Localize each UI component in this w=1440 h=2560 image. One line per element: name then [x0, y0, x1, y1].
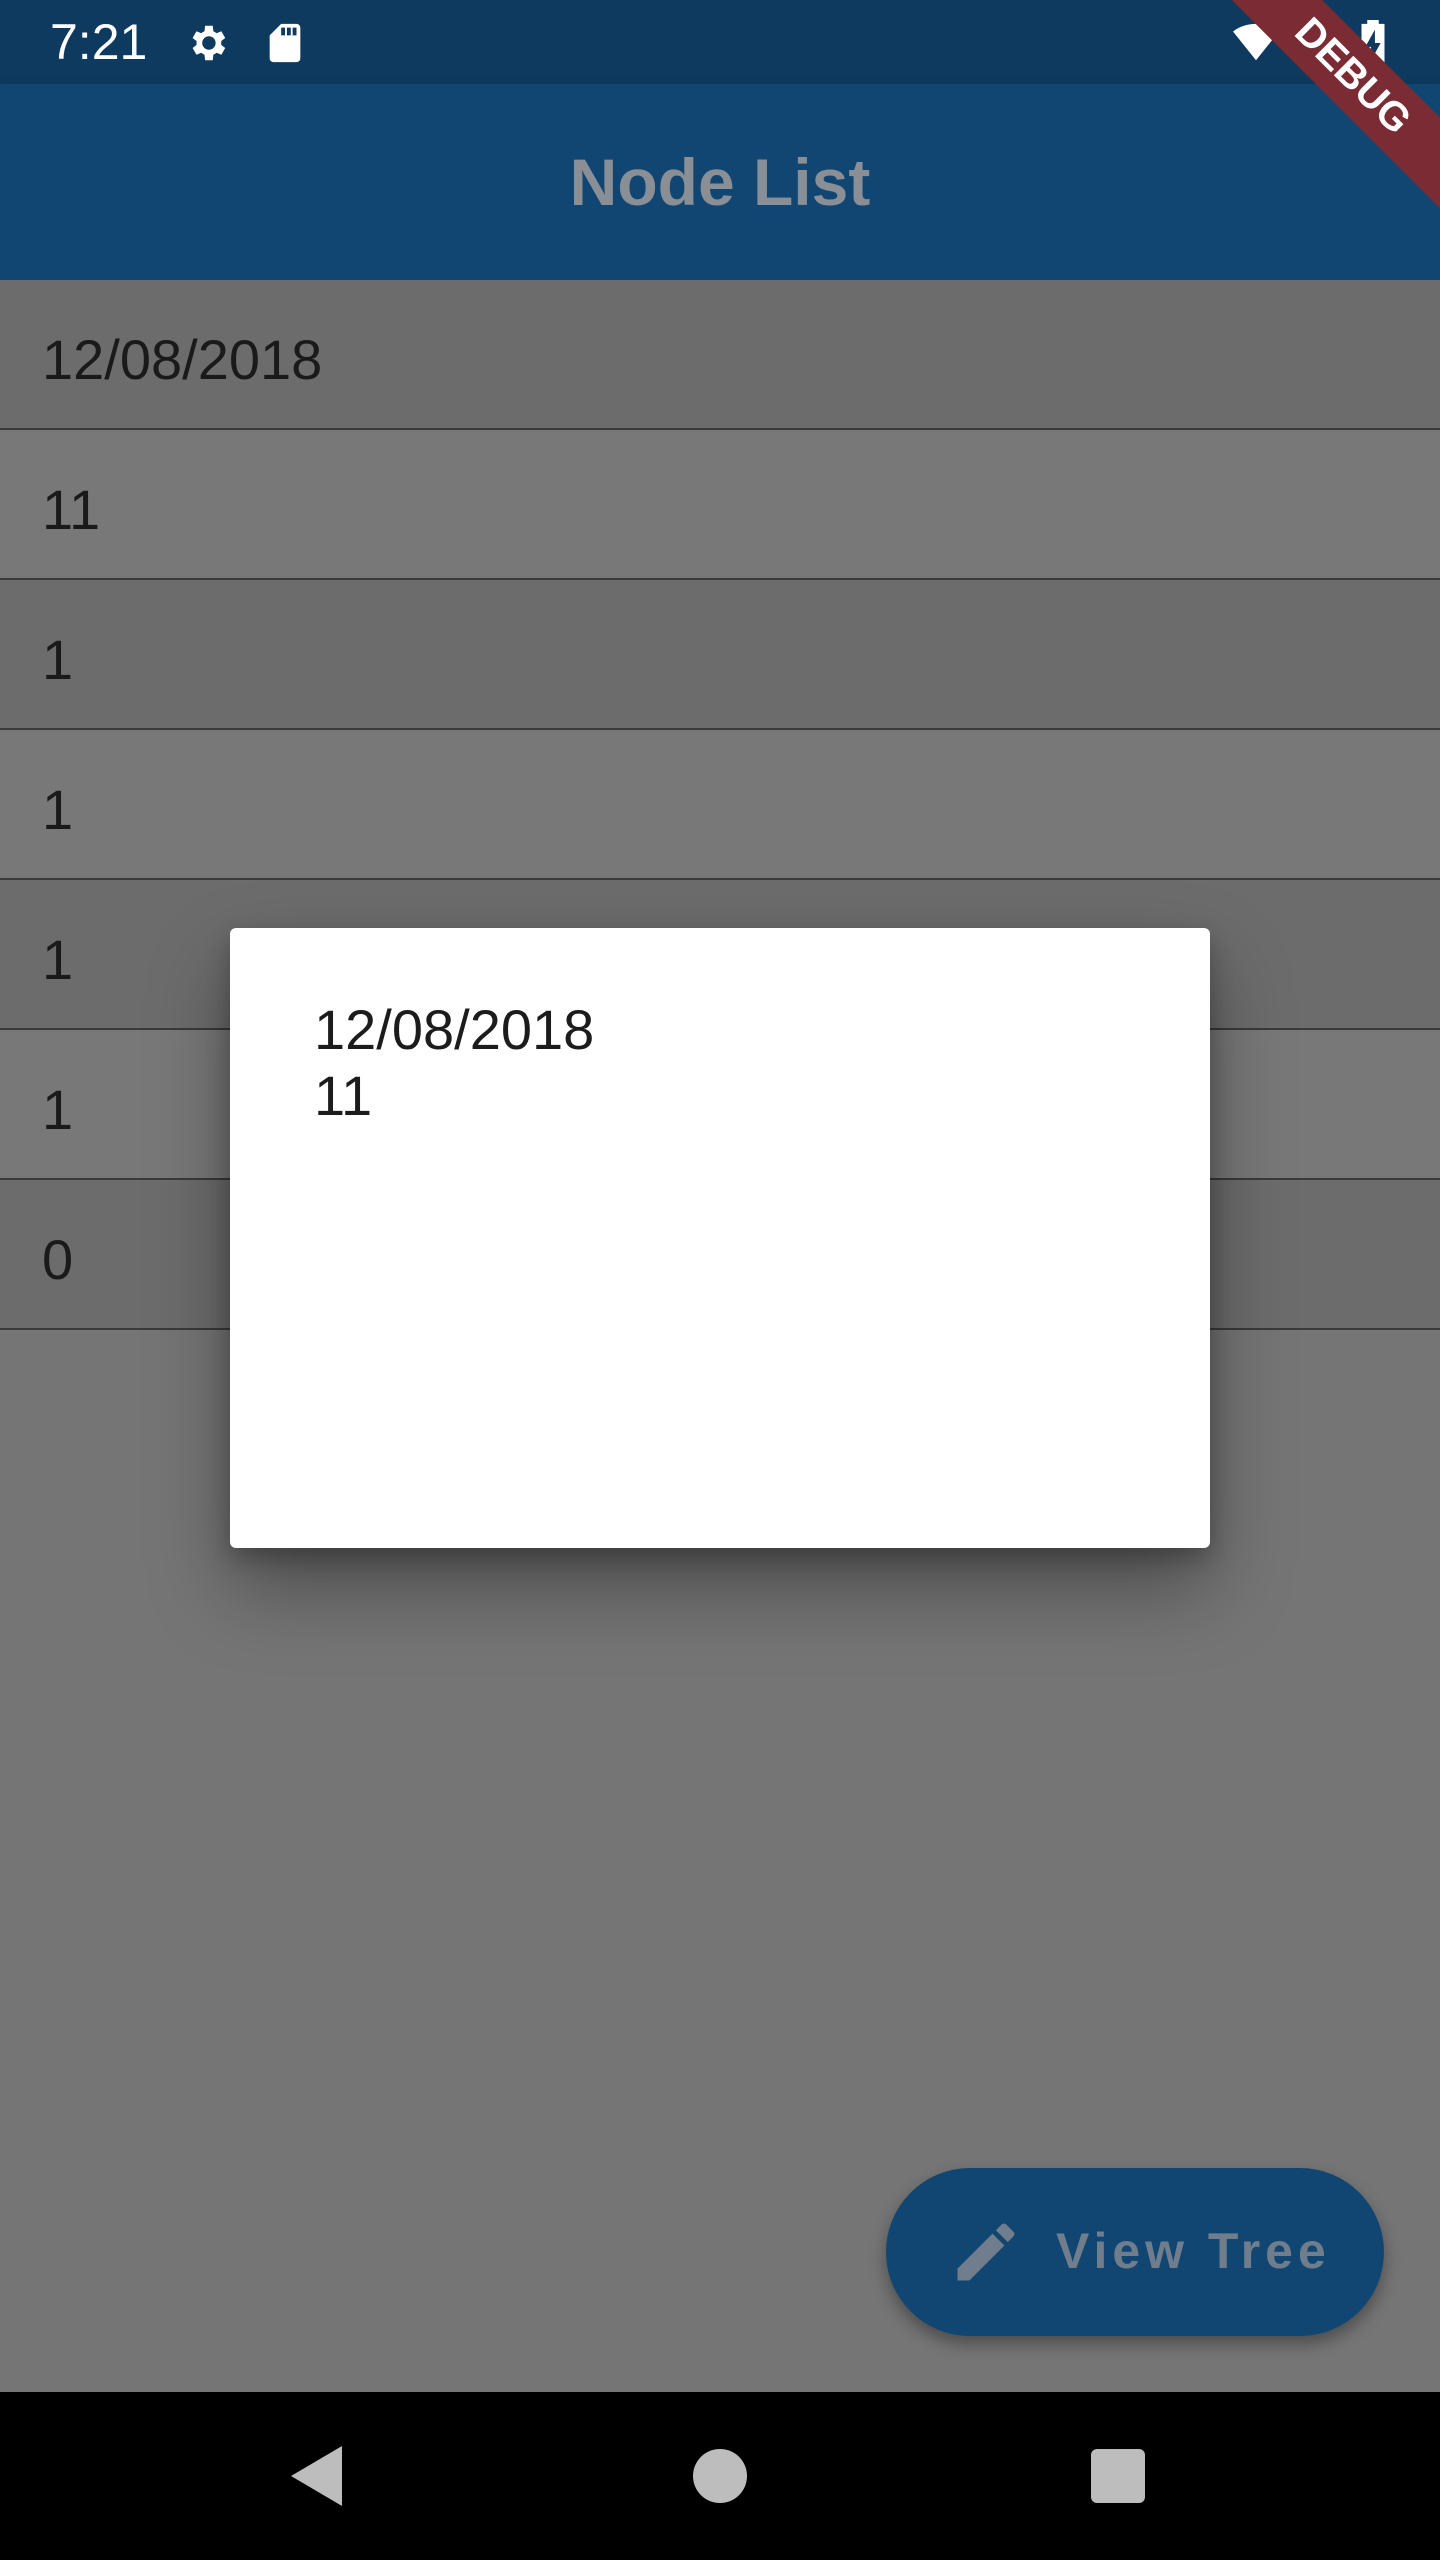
- list-item-label: 1: [42, 628, 74, 691]
- home-icon[interactable]: [684, 2440, 756, 2512]
- list-item-label: 0: [42, 1228, 74, 1291]
- page-title: Node List: [569, 145, 871, 219]
- list-item[interactable]: 1: [0, 730, 1440, 880]
- back-icon[interactable]: [282, 2440, 354, 2512]
- dialog-value: 11: [314, 1064, 373, 1127]
- view-tree-button[interactable]: View Tree: [886, 2168, 1384, 2336]
- list-item-label: 1: [42, 1078, 74, 1141]
- view-tree-label: View Tree: [1056, 2223, 1331, 2279]
- list-item-label: 1: [42, 928, 74, 991]
- battery-charging-icon: [1361, 20, 1385, 66]
- gear-icon: [192, 25, 226, 61]
- cell-signal-icon: [1295, 23, 1335, 63]
- status-bar: 7:21: [0, 0, 1440, 84]
- list-item[interactable]: 11: [0, 430, 1440, 580]
- status-time: 7:21: [50, 14, 148, 70]
- node-detail-dialog: 12/08/2018 11: [230, 928, 1210, 1548]
- wifi-icon: [1233, 23, 1279, 61]
- list-item[interactable]: 12/08/2018: [0, 280, 1440, 430]
- recents-icon[interactable]: [1082, 2440, 1154, 2512]
- sd-card-icon: [269, 23, 301, 63]
- list-item-label: 12/08/2018: [42, 328, 323, 391]
- app-bar: Node List: [0, 84, 1440, 280]
- system-nav-bar: [0, 2392, 1440, 2560]
- list-item-label: 1: [42, 778, 74, 841]
- dialog-date: 12/08/2018: [314, 998, 595, 1061]
- list-item-label: 11: [42, 478, 101, 541]
- pencil-icon: [957, 2223, 1015, 2281]
- list-item[interactable]: 1: [0, 580, 1440, 730]
